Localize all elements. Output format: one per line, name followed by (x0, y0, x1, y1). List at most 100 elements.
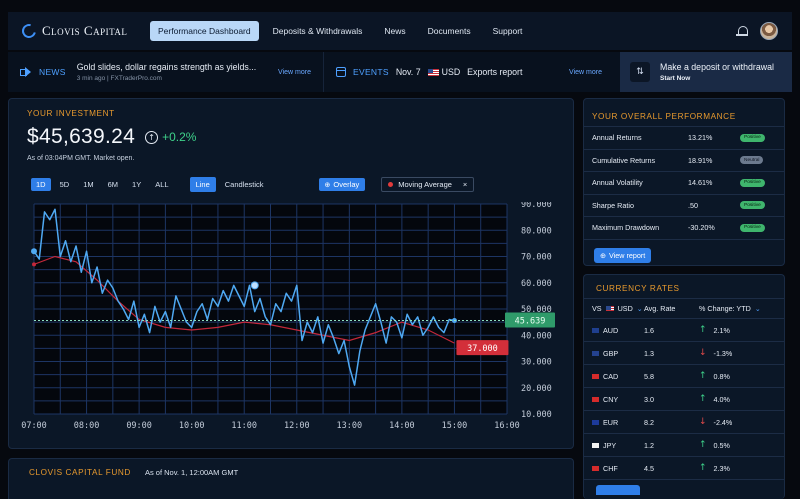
investment-panel: YOUR INVESTMENT $45,639.24 ↑ +0.2% As of… (8, 98, 574, 449)
performance-label: Maximum Drawdown (592, 223, 660, 233)
price-chart-svg[interactable]: 07:00 08:00 09:00 10:00 11:00 12:00 13:00 14:00… (19, 200, 567, 442)
base-currency: USD (617, 304, 633, 313)
currency-flag-icon (592, 442, 599, 448)
currency-row[interactable]: CNY 3.0 ↑ 4.0% (584, 388, 784, 411)
x-tick-label: 07:00 (21, 421, 47, 431)
view-report-label: View report (609, 250, 646, 260)
remove-overlay-button[interactable]: × (463, 180, 467, 189)
currency-row[interactable]: JPY 1.2 ↑ 0.5% (584, 434, 784, 457)
events-item: EVENTS Nov. 7 USD Exports report View mo… (324, 52, 614, 92)
y-tick-label: 60.000 (521, 279, 552, 289)
performance-row: Annual Returns 13.21% Positive (584, 127, 784, 150)
tab-news[interactable]: News (376, 21, 413, 41)
tab-performance-dashboard[interactable]: Performance Dashboard (150, 21, 259, 41)
news-meta: 3 min ago | FXTraderPro.com (76, 75, 162, 82)
performance-label: Annual Volatility (592, 178, 643, 188)
status-badge: Positive (740, 223, 765, 232)
x-tick-label: 09:00 (126, 421, 152, 431)
x-tick-label: 11:00 (231, 421, 257, 431)
currency-row[interactable]: CAD 5.8 ↑ 0.8% (584, 365, 784, 388)
tab-support[interactable]: Support (485, 21, 531, 41)
range-all-button[interactable]: ALL (150, 178, 173, 191)
y-tick-label: 40.000 (521, 331, 552, 341)
performance-label: Sharpe Ratio (592, 200, 634, 210)
swap-arrows-icon: ⇅ (630, 62, 650, 82)
overlay-button[interactable]: ⊕ Overlay (318, 178, 366, 191)
performance-title: YOUR OVERALL PERFORMANCE (584, 99, 784, 127)
currency-flag-icon (592, 465, 599, 471)
news-bar: NEWS Gold slides, dollar regains strengt… (8, 52, 792, 92)
events-view-more-link[interactable]: View more (569, 69, 602, 76)
news-headline[interactable]: Gold slides, dollar regains strength as … (77, 62, 256, 72)
top-navigation: Clovis Capital Performance Dashboard Dep… (8, 12, 792, 50)
x-tick-label: 10:00 (179, 421, 205, 431)
moving-average-value-label: 37.000 (467, 344, 498, 354)
performance-label: Cumulative Returns (592, 155, 656, 165)
performance-label: Annual Returns (592, 133, 642, 143)
fund-panel: CLOVIS CAPITAL FUND As of Nov. 1, 12:00A… (8, 458, 574, 499)
currency-change: -1.3% (713, 348, 733, 358)
currency-rate: 1.2 (644, 440, 654, 450)
currency-row[interactable]: EUR 8.2 ↓ -2.4% (584, 411, 784, 434)
currency-row[interactable]: CHF 4.5 ↑ 2.3% (584, 457, 784, 480)
currency-change: -2.4% (713, 417, 733, 427)
range-5d-button[interactable]: 5D (55, 178, 75, 191)
moving-average-start-point (32, 262, 36, 267)
performance-row: Annual Volatility 14.61% Positive (584, 172, 784, 195)
currency-code: CAD (603, 371, 619, 381)
y-tick-label: 10.000 (521, 410, 552, 420)
nav-tabs: Performance Dashboard Deposits & Withdra… (150, 21, 530, 41)
view-report-button[interactable]: ⊕ View report (594, 247, 652, 263)
event-text[interactable]: Exports report (467, 67, 522, 77)
chart-type-line-button[interactable]: Line (189, 177, 216, 192)
currency-flag-icon (592, 350, 599, 356)
price-chart[interactable]: 07:00 08:00 09:00 10:00 11:00 12:00 13:00 14:00… (19, 200, 567, 442)
currency-action-button[interactable] (596, 485, 640, 495)
range-1d-button[interactable]: 1D (31, 178, 51, 191)
currency-flag-icon (592, 419, 599, 425)
currency-rate: 5.8 (644, 371, 654, 381)
currency-change: 0.5% (713, 440, 730, 450)
arrow-up-icon: ↑ (699, 463, 707, 473)
currency-change: 4.0% (713, 394, 730, 404)
event-currency: USD (441, 67, 461, 77)
y-tick-label: 90.000 (521, 202, 552, 210)
arrow-down-icon: ↓ (699, 417, 707, 427)
megaphone-icon (20, 67, 32, 77)
brand-name: Clovis Capital (42, 23, 128, 38)
range-6m-button[interactable]: 6M (103, 178, 123, 191)
chart-type-candlestick-button[interactable]: Candlestick (220, 178, 269, 191)
currency-rate: 8.2 (644, 417, 654, 427)
x-tick-label: 12:00 (284, 421, 310, 431)
status-badge: Neutral (740, 156, 764, 165)
y-tick-label: 20.000 (521, 384, 552, 394)
currency-panel: CURRENCY RATES VS USD ⌄ Avg. Rate % Chan… (583, 274, 785, 499)
moving-average-label: Moving Average (398, 180, 452, 189)
fund-as-of: As of Nov. 1, 12:00AM GMT (144, 468, 239, 477)
x-tick-label: 15:00 (442, 421, 468, 431)
notification-bell-icon[interactable] (736, 25, 748, 37)
deposit-withdrawal-cta[interactable]: ⇅ Make a deposit or withdrawal Start Now (620, 52, 792, 92)
y-tick-label: 80.000 (521, 226, 552, 236)
currency-row[interactable]: AUD 1.6 ↑ 2.1% (584, 319, 784, 342)
currency-rate: 1.3 (644, 348, 654, 358)
news-view-more-link[interactable]: View more (278, 69, 311, 76)
col-change-selector[interactable]: % Change: YTD ⌄ (699, 304, 761, 313)
base-currency-selector[interactable]: VS USD ⌄ (592, 304, 644, 313)
tab-deposits-withdrawals[interactable]: Deposits & Withdrawals (265, 21, 371, 41)
range-1y-button[interactable]: 1Y (127, 178, 146, 191)
arrow-up-circle-icon: ↑ (145, 130, 159, 144)
range-1m-button[interactable]: 1M (78, 178, 98, 191)
brand-logo[interactable]: Clovis Capital (19, 21, 150, 41)
arrow-down-icon: ↓ (699, 348, 707, 358)
user-avatar[interactable] (760, 22, 778, 40)
tab-documents[interactable]: Documents (420, 21, 479, 41)
investment-change: ↑ +0.2% (145, 130, 196, 144)
currency-header-row: VS USD ⌄ Avg. Rate % Change: YTD ⌄ (584, 299, 784, 319)
calendar-icon (336, 67, 346, 77)
overlay-label: Overlay (333, 180, 360, 189)
currency-row[interactable]: GBP 1.3 ↓ -1.3% (584, 342, 784, 365)
hover-point (250, 281, 259, 290)
deposit-subtitle: Start Now (660, 75, 691, 82)
performance-value: 14.61% (688, 178, 713, 188)
